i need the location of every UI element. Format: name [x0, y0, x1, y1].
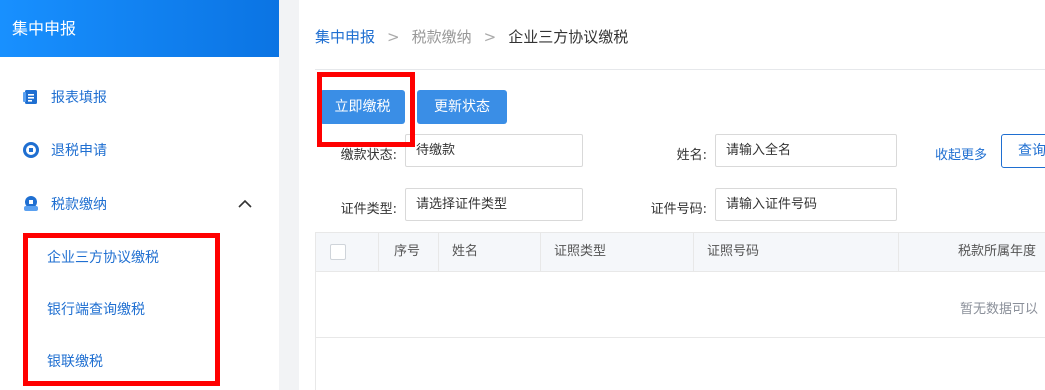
column-header-name: 姓名 [452, 244, 479, 259]
select-all-checkbox[interactable] [330, 244, 346, 260]
sidebar-item-report-filling[interactable]: 报表填报 [0, 77, 279, 117]
table-header: 序号 姓名 证照类型 证照号码 税款所属年度 [316, 232, 1045, 272]
column-divider [378, 233, 379, 271]
column-divider [693, 233, 694, 271]
column-divider [540, 233, 541, 271]
highlight-box-submenu [23, 233, 220, 386]
chevron-up-icon[interactable] [237, 197, 252, 211]
highlight-box-pay-now [317, 72, 415, 147]
sidebar-item-label: 税款缴纳 [51, 197, 107, 213]
sidebar-item-tax-payment[interactable]: 税款缴纳 [0, 184, 279, 224]
column-divider [438, 233, 439, 271]
column-header-license-type: 证照类型 [554, 244, 607, 259]
column-header-tax-year: 税款所属年度 [958, 244, 1037, 259]
name-input[interactable]: 请输入全名 [715, 134, 897, 167]
sidebar-item-label: 退税申请 [51, 143, 107, 159]
update-status-button[interactable]: 更新状态 [417, 90, 507, 124]
chevron-right-icon: > [387, 27, 400, 46]
data-table: 序号 姓名 证照类型 证照号码 税款所属年度 暂无数据可以 [315, 232, 1045, 390]
empty-row: 暂无数据可以 [316, 272, 1045, 338]
tax-refund-icon [22, 141, 40, 159]
breadcrumb: 集中申报 > 税款缴纳 > 企业三方协议缴税 [315, 26, 628, 47]
sidebar-item-tax-refund[interactable]: 退税申请 [0, 130, 279, 170]
tax-payment-icon [22, 195, 40, 213]
query-button[interactable]: 查询 [1001, 134, 1045, 168]
breadcrumb-item-current: 企业三方协议缴税 [508, 28, 629, 46]
sidebar: 集中申报 报表填报 退税申请 税款缴纳 企业三方协议缴税 银行端查询缴税 银联缴… [0, 0, 279, 390]
column-header-index: 序号 [394, 244, 421, 259]
divider [315, 69, 1045, 70]
document-icon [22, 88, 40, 106]
content-gutter [279, 0, 299, 390]
sidebar-title: 集中申报 [0, 0, 279, 57]
main-content: 集中申报 > 税款缴纳 > 企业三方协议缴税 立即缴税 更新状态 缴款状态: 待… [299, 0, 1045, 390]
id-number-label: 证件号码: [650, 202, 707, 217]
status-select[interactable]: 待缴款 [405, 134, 583, 167]
breadcrumb-item-centralized-declaration[interactable]: 集中申报 [315, 26, 375, 47]
id-type-label: 证件类型: [340, 202, 397, 217]
breadcrumb-item-tax-payment[interactable]: 税款缴纳 [412, 26, 472, 47]
id-number-input[interactable]: 请输入证件号码 [715, 188, 897, 221]
column-header-license-number: 证照号码 [707, 244, 760, 259]
sidebar-item-label: 报表填报 [51, 90, 107, 106]
collapse-more-link[interactable]: 收起更多 [935, 144, 987, 163]
name-label: 姓名: [676, 148, 707, 163]
id-type-select[interactable]: 请选择证件类型 [405, 188, 583, 221]
chevron-right-icon: > [483, 27, 497, 46]
column-divider [898, 233, 899, 271]
empty-text: 暂无数据可以 [960, 302, 1039, 317]
